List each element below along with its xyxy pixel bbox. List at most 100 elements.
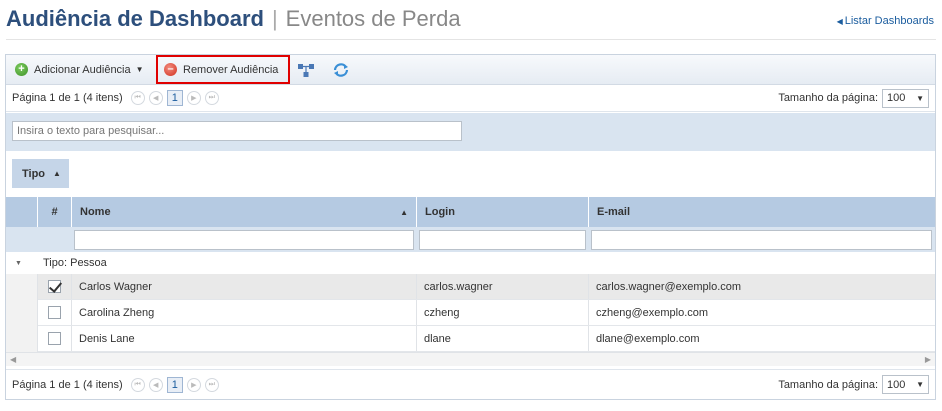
row-checkbox[interactable] xyxy=(48,306,61,319)
login-text: carlos.wagner xyxy=(424,280,493,293)
page-size-label: Tamanho da página: xyxy=(778,92,878,104)
audience-grid: + Adicionar Audiência ▼ – Remover Audiên… xyxy=(5,54,936,400)
prev-page-icon[interactable]: ◀ xyxy=(148,91,163,105)
chevron-left-icon: ◀ xyxy=(836,17,843,26)
page-size-select[interactable]: 100 ▼ xyxy=(882,88,929,108)
column-header-index: # xyxy=(38,197,72,227)
row-checkbox[interactable] xyxy=(48,280,61,293)
pager-bottom: Página 1 de 1 (4 itens) ⏮ ◀ 1 ▶ ⏭ Tamanh… xyxy=(6,369,935,399)
table-row[interactable]: Carolina Zheng czheng czheng@exemplo.com xyxy=(6,300,935,326)
login-text: czheng xyxy=(424,306,460,319)
pager-summary: Página 1 de 1 (4 itens) xyxy=(12,378,123,391)
email-filter-input[interactable] xyxy=(591,230,932,250)
last-page-icon[interactable]: ⏭ xyxy=(204,377,219,392)
remove-audience-button[interactable]: – Remover Audiência xyxy=(156,55,290,84)
column-header-login[interactable]: Login xyxy=(417,197,589,227)
column-header-email[interactable]: E-mail xyxy=(589,197,935,227)
list-dashboards-link[interactable]: ◀ Listar Dashboards xyxy=(837,15,934,27)
page-size-control: Tamanho da página: 100 ▼ xyxy=(778,88,929,108)
search-input[interactable] xyxy=(12,121,462,141)
sort-asc-icon: ▲ xyxy=(400,207,408,217)
cell-login: carlos.wagner xyxy=(417,274,589,299)
column-index-label: # xyxy=(51,206,58,218)
row-select-cell xyxy=(38,300,72,325)
minus-circle-icon: – xyxy=(164,63,177,76)
toolbar: + Adicionar Audiência ▼ – Remover Audiên… xyxy=(6,55,935,85)
hierarchy-icon[interactable] xyxy=(297,62,315,78)
name-text: Denis Lane xyxy=(79,332,135,345)
cell-name: Carolina Zheng xyxy=(72,300,417,325)
list-dashboards-label: Listar Dashboards xyxy=(844,15,934,27)
title-divider xyxy=(6,39,936,40)
cell-email: czheng@exemplo.com xyxy=(589,300,935,325)
column-header-name[interactable]: Nome ▲ xyxy=(72,197,417,227)
page-number-button[interactable]: 1 xyxy=(166,376,183,393)
column-email-label: E-mail xyxy=(597,206,631,218)
row-indent xyxy=(6,274,38,300)
name-text: Carolina Zheng xyxy=(79,306,155,319)
cell-login: czheng xyxy=(417,300,589,325)
add-audience-button[interactable]: + Adicionar Audiência ▼ xyxy=(15,55,144,84)
table-row[interactable]: Denis Lane dlane dlane@exemplo.com xyxy=(6,326,935,352)
search-panel xyxy=(6,113,935,151)
header-indent xyxy=(6,197,38,227)
plus-circle-icon: + xyxy=(15,63,28,76)
page-header: Audiência de Dashboard | Eventos de Perda xyxy=(6,6,461,34)
row-indent xyxy=(6,300,38,326)
refresh-icon[interactable] xyxy=(332,62,350,78)
name-text: Carlos Wagner xyxy=(79,280,152,293)
table-row[interactable]: Carlos Wagner carlos.wagner carlos.wagner@… xyxy=(6,274,935,300)
prev-page-icon[interactable]: ◀ xyxy=(148,377,163,392)
collapse-toggle-icon[interactable]: ▼ xyxy=(15,260,22,267)
column-header-row: # Nome ▲ Login E-mail xyxy=(6,197,935,227)
group-by-tipo-chip[interactable]: Tipo ▲ xyxy=(12,159,69,188)
page-size-value: 100 xyxy=(887,92,906,104)
row-checkbox[interactable] xyxy=(48,332,61,345)
email-text: czheng@exemplo.com xyxy=(596,306,709,319)
title-separator: | xyxy=(271,6,278,31)
cell-name: Denis Lane xyxy=(72,326,417,351)
group-chip-label: Tipo xyxy=(22,167,46,180)
horizontal-scrollbar[interactable]: ◀ ▶ xyxy=(6,352,935,366)
group-row-pessoa[interactable]: ▼ Tipo: Pessoa xyxy=(6,252,935,274)
pager-top: Página 1 de 1 (4 itens) ⏮ ◀ 1 ▶ ⏭ Tamanh… xyxy=(6,85,935,112)
email-text: carlos.wagner@exemplo.com xyxy=(596,280,742,293)
login-text: dlane xyxy=(424,332,451,345)
chevron-down-icon: ▼ xyxy=(916,380,924,389)
row-select-cell xyxy=(38,326,72,351)
email-text: dlane@exemplo.com xyxy=(596,332,700,345)
first-page-icon[interactable]: ⏮ xyxy=(130,91,145,105)
first-page-icon[interactable]: ⏮ xyxy=(130,377,145,392)
scroll-left-icon[interactable]: ◀ xyxy=(10,355,16,364)
login-filter-input[interactable] xyxy=(419,230,586,250)
cell-login: dlane xyxy=(417,326,589,351)
group-panel: Tipo ▲ xyxy=(6,151,935,197)
next-page-icon[interactable]: ▶ xyxy=(186,91,201,105)
sort-asc-icon: ▲ xyxy=(53,169,61,178)
row-indent xyxy=(6,326,38,352)
column-login-label: Login xyxy=(425,206,455,218)
column-name-label: Nome xyxy=(80,206,111,218)
name-filter-input[interactable] xyxy=(74,230,414,250)
cell-email: dlane@exemplo.com xyxy=(589,326,935,351)
page-subtitle: Eventos de Perda xyxy=(285,6,461,31)
filter-row xyxy=(6,227,935,252)
add-audience-label: Adicionar Audiência xyxy=(34,63,131,76)
chevron-down-icon: ▼ xyxy=(916,93,924,103)
page-size-control: Tamanho da página: 100 ▼ xyxy=(778,375,929,394)
caret-down-icon: ▼ xyxy=(135,65,144,74)
cell-email: carlos.wagner@exemplo.com xyxy=(589,274,935,299)
next-page-icon[interactable]: ▶ xyxy=(186,377,201,392)
page-size-value: 100 xyxy=(887,378,906,391)
row-select-cell xyxy=(38,274,72,299)
cell-name: Carlos Wagner xyxy=(72,274,417,299)
group-label: Tipo: Pessoa xyxy=(43,257,107,269)
remove-audience-label: Remover Audiência xyxy=(183,63,279,76)
page-size-label: Tamanho da página: xyxy=(778,378,878,391)
page-title: Audiência de Dashboard xyxy=(6,6,264,31)
page-size-select[interactable]: 100 ▼ xyxy=(882,375,929,394)
page-number-button[interactable]: 1 xyxy=(166,90,183,106)
scroll-right-icon[interactable]: ▶ xyxy=(925,355,931,364)
last-page-icon[interactable]: ⏭ xyxy=(204,91,219,105)
pager-summary: Página 1 de 1 (4 itens) xyxy=(12,92,123,104)
